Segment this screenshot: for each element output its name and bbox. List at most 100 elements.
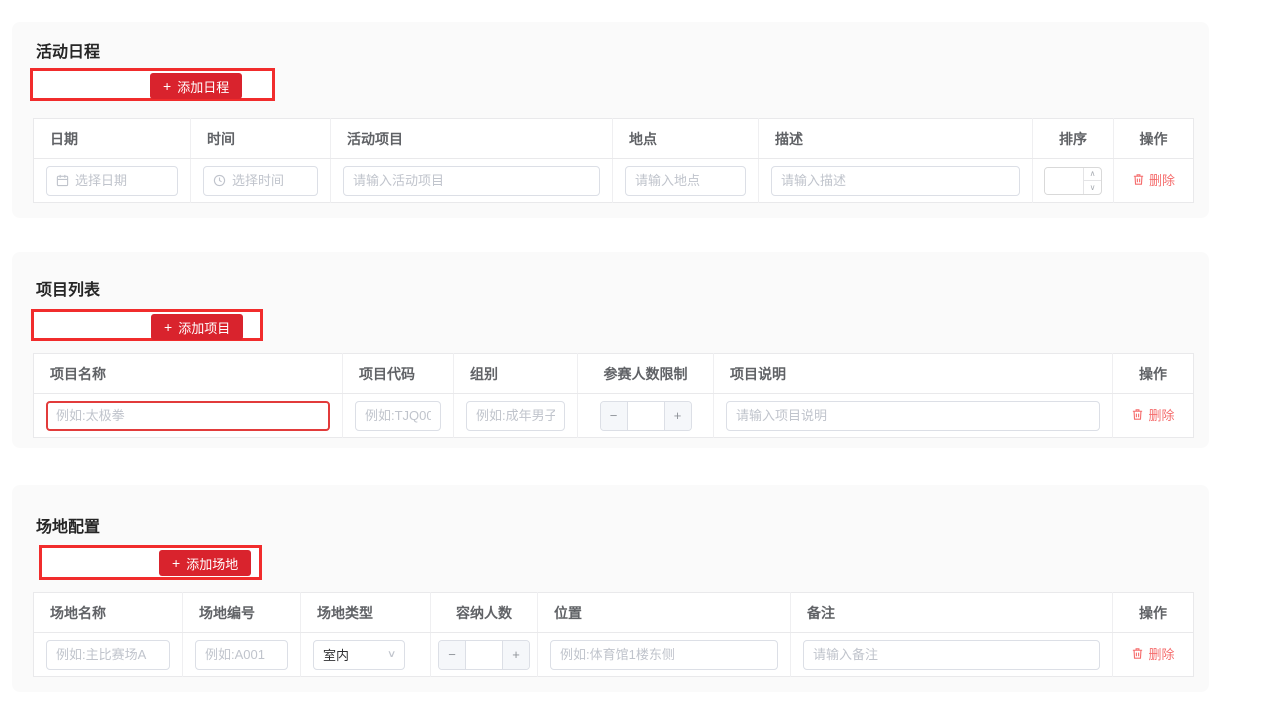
add-project-label: 添加项目: [178, 318, 230, 337]
project-desc-input[interactable]: [736, 408, 1090, 423]
delete-label: 删除: [1148, 405, 1174, 424]
capacity-input[interactable]: [466, 641, 502, 669]
date-picker-input[interactable]: [46, 166, 178, 196]
venue-code-input[interactable]: [205, 647, 278, 662]
project-code-input-wrap: [355, 401, 441, 431]
clock-icon: [213, 174, 226, 187]
col-header-venue-name: 场地名称: [34, 593, 183, 633]
col-header-project-desc: 项目说明: [714, 354, 1113, 394]
venues-table-row: 室内 ∨ − +: [34, 633, 1194, 677]
schedule-table-header-row: 日期 时间 活动项目 地点 描述 排序 操作: [34, 119, 1194, 159]
section-schedule: 活动日程 + 添加日程 日期 时间 活动项目 地点 描述 排序 操作: [12, 22, 1209, 218]
col-header-sort: 排序: [1033, 119, 1114, 159]
trash-icon: [1131, 647, 1144, 660]
venues-section-title: 场地配置: [36, 513, 100, 537]
plus-icon: +: [164, 320, 172, 334]
venue-note-input-wrap: [803, 640, 1100, 670]
participant-limit-stepper: − +: [600, 401, 692, 431]
section-venues: 场地配置 + 添加场地 场地名称 场地编号 场地类型 容纳人数 位置 备注 操作: [12, 485, 1209, 692]
activity-input-wrap: [343, 166, 600, 196]
venue-name-input-wrap: [46, 640, 170, 670]
activity-input[interactable]: [353, 173, 590, 188]
description-input[interactable]: [781, 173, 1010, 188]
col-header-actions: 操作: [1113, 593, 1194, 633]
col-header-group: 组别: [454, 354, 578, 394]
venue-type-value: 室内: [323, 645, 349, 664]
project-name-input[interactable]: [56, 408, 320, 423]
annotation-highlight-box: + 添加场地: [39, 545, 262, 580]
col-header-position: 位置: [538, 593, 791, 633]
calendar-icon: [56, 174, 69, 187]
trash-icon: [1132, 173, 1145, 186]
delete-button[interactable]: 删除: [1132, 170, 1175, 189]
col-header-description: 描述: [759, 119, 1033, 159]
delete-button[interactable]: 删除: [1131, 405, 1174, 424]
col-header-actions: 操作: [1113, 354, 1194, 394]
plus-icon: +: [172, 556, 180, 570]
description-input-wrap: [771, 166, 1020, 196]
participant-limit-input[interactable]: [628, 402, 664, 430]
col-header-time: 时间: [191, 119, 331, 159]
group-input[interactable]: [476, 408, 555, 423]
projects-section-title: 项目列表: [36, 276, 100, 300]
col-header-venue-type: 场地类型: [301, 593, 431, 633]
capacity-stepper: − +: [438, 640, 530, 670]
plus-icon: +: [163, 79, 171, 93]
add-venue-label: 添加场地: [186, 554, 238, 573]
venues-table: 场地名称 场地编号 场地类型 容纳人数 位置 备注 操作: [33, 592, 1194, 677]
increase-icon[interactable]: +: [502, 641, 529, 669]
col-header-venue-code: 场地编号: [183, 593, 301, 633]
group-input-wrap: [466, 401, 565, 431]
increase-icon[interactable]: +: [664, 402, 691, 430]
event-config-page: 活动日程 + 添加日程 日期 时间 活动项目 地点 描述 排序 操作: [0, 0, 1286, 710]
col-header-project-code: 项目代码: [343, 354, 454, 394]
delete-button[interactable]: 删除: [1131, 644, 1174, 663]
venue-position-input[interactable]: [560, 647, 768, 662]
col-header-project-name: 项目名称: [34, 354, 343, 394]
col-header-location: 地点: [613, 119, 759, 159]
projects-table-row: − + 删除: [34, 394, 1194, 438]
col-header-participant-limit: 参赛人数限制: [578, 354, 714, 394]
decrease-icon[interactable]: −: [601, 402, 628, 430]
schedule-table: 日期 时间 活动项目 地点 描述 排序 操作: [33, 118, 1194, 203]
col-header-capacity: 容纳人数: [431, 593, 538, 633]
time-picker-input[interactable]: [203, 166, 318, 196]
delete-label: 删除: [1148, 644, 1174, 663]
add-project-button[interactable]: + 添加项目: [151, 314, 243, 340]
venue-note-input[interactable]: [813, 647, 1090, 662]
spinner-up-icon[interactable]: ∧: [1084, 168, 1101, 182]
schedule-section-title: 活动日程: [36, 38, 100, 62]
project-name-input-wrap: [46, 401, 330, 431]
col-header-date: 日期: [34, 119, 191, 159]
projects-table-header-row: 项目名称 项目代码 组别 参赛人数限制 项目说明 操作: [34, 354, 1194, 394]
projects-table: 项目名称 项目代码 组别 参赛人数限制 项目说明 操作: [33, 353, 1194, 438]
project-desc-input-wrap: [726, 401, 1100, 431]
delete-label: 删除: [1149, 170, 1175, 189]
venue-name-input[interactable]: [56, 647, 160, 662]
spinner-down-icon[interactable]: ∨: [1084, 181, 1101, 194]
location-input[interactable]: [635, 173, 736, 188]
trash-icon: [1131, 408, 1144, 421]
decrease-icon[interactable]: −: [439, 641, 466, 669]
section-projects: 项目列表 + 添加项目 项目名称 项目代码 组别 参赛人数限制 项目说明 操作: [12, 252, 1209, 448]
location-input-wrap: [625, 166, 746, 196]
sort-input[interactable]: [1045, 168, 1083, 194]
date-input[interactable]: [75, 173, 168, 188]
annotation-highlight-box: + 添加项目: [31, 309, 263, 341]
venues-table-header-row: 场地名称 场地编号 场地类型 容纳人数 位置 备注 操作: [34, 593, 1194, 633]
col-header-activity: 活动项目: [331, 119, 613, 159]
project-code-input[interactable]: [365, 408, 431, 423]
add-venue-button[interactable]: + 添加场地: [159, 550, 251, 576]
add-schedule-button[interactable]: + 添加日程: [150, 73, 242, 99]
time-input[interactable]: [232, 173, 308, 188]
chevron-down-icon: ∨: [387, 649, 397, 660]
venue-code-input-wrap: [195, 640, 288, 670]
annotation-highlight-box: + 添加日程: [30, 68, 275, 101]
venue-type-select[interactable]: 室内 ∨: [313, 640, 405, 670]
venue-position-input-wrap: [550, 640, 778, 670]
add-schedule-label: 添加日程: [177, 77, 229, 96]
sort-number-input: ∧ ∨: [1044, 167, 1102, 195]
col-header-note: 备注: [791, 593, 1113, 633]
schedule-table-row: ∧ ∨ 删除: [34, 159, 1194, 203]
col-header-actions: 操作: [1114, 119, 1194, 159]
